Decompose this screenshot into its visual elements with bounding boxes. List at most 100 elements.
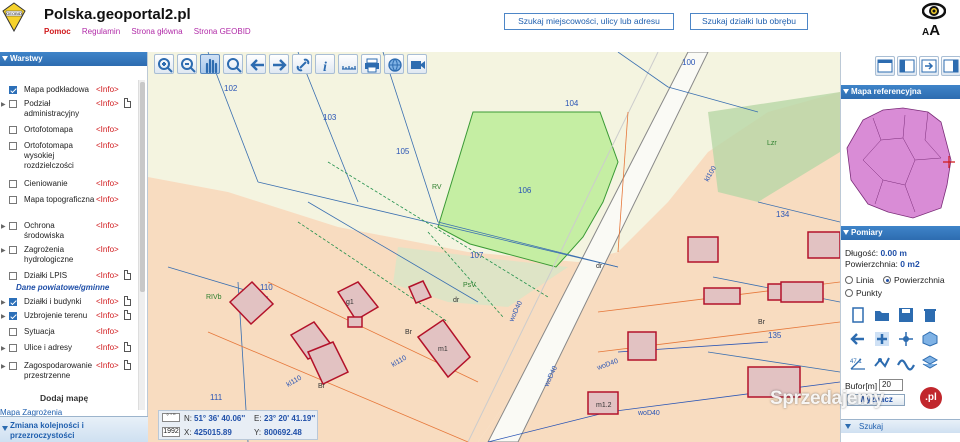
layer-info-link[interactable]: <Info> [96, 361, 119, 370]
expand-icon[interactable]: ▶ [1, 313, 6, 320]
layout-split-icon[interactable] [897, 56, 917, 76]
layer-info-link[interactable]: <Info> [96, 179, 119, 188]
layer-checkbox[interactable] [9, 126, 17, 134]
layer-info-link[interactable]: <Info> [96, 99, 119, 108]
layer-checkbox[interactable] [9, 142, 17, 150]
radio-area-button[interactable] [883, 276, 891, 284]
expand-icon[interactable]: ▶ [1, 101, 6, 108]
order-panel-header[interactable]: Zmiana kolejności i przezroczystości [0, 416, 148, 442]
layer-info-link[interactable]: <Info> [96, 297, 119, 306]
layers-scrollbar[interactable] [138, 80, 145, 410]
back-arrow-icon[interactable] [246, 54, 266, 74]
layer-info-link[interactable]: <Info> [96, 195, 119, 204]
layer-checkbox[interactable] [9, 272, 17, 280]
radio-line-button[interactable] [845, 276, 853, 284]
move-vertex-icon[interactable] [897, 330, 915, 348]
expand-icon[interactable]: ▶ [1, 345, 6, 352]
layer-checkbox[interactable] [9, 312, 17, 320]
layer-info-link[interactable]: <Info> [96, 245, 119, 254]
layer-checkbox[interactable] [9, 362, 17, 370]
document-icon[interactable] [849, 306, 867, 324]
layers-panel-header[interactable]: Warstwy [0, 52, 147, 66]
radio-points-button[interactable] [845, 289, 853, 297]
layer-info-link[interactable]: <Info> [96, 141, 119, 150]
legend-doc-icon[interactable] [124, 98, 131, 108]
layer-info-link[interactable]: <Info> [96, 85, 119, 94]
help-link[interactable]: Pomoc [44, 27, 71, 36]
layer-checkbox[interactable] [9, 344, 17, 352]
video-camera-icon[interactable] [407, 54, 427, 74]
search-parcel-button[interactable]: Szukaj działki lub obrębu [690, 13, 808, 30]
zoom-out-icon[interactable] [177, 54, 197, 74]
building[interactable] [780, 281, 824, 303]
legend-doc-icon[interactable] [124, 310, 131, 320]
zoom-box-icon[interactable] [223, 54, 243, 74]
reference-map[interactable] [843, 100, 957, 224]
layer-checkbox[interactable] [9, 100, 17, 108]
trash-icon[interactable] [921, 306, 939, 324]
geobid-logo[interactable]: GEOBID [2, 2, 26, 32]
zoom-in-icon[interactable] [154, 54, 174, 74]
geobid-link[interactable]: Strona GEOBID [194, 27, 251, 36]
legend-doc-icon[interactable] [124, 296, 131, 306]
forward-arrow-icon[interactable] [269, 54, 289, 74]
layer-checkbox[interactable] [9, 86, 17, 94]
arrow-left-icon[interactable] [849, 330, 867, 348]
scale-ruler-icon[interactable] [338, 54, 358, 74]
globe-icon[interactable] [384, 54, 404, 74]
coord-format-button[interactable]: ° ' '' [162, 413, 180, 422]
layer-checkbox[interactable] [9, 246, 17, 254]
search-panel-header[interactable]: Szukaj [841, 419, 960, 433]
layout-full-icon[interactable] [875, 56, 895, 76]
angle-icon[interactable]: 47.1 [849, 354, 867, 372]
radio-area[interactable]: Powierzchnia [883, 275, 945, 285]
add-vertex-icon[interactable] [873, 330, 891, 348]
layer-info-link[interactable]: <Info> [96, 221, 119, 230]
polyline-icon[interactable] [873, 354, 891, 372]
print-icon[interactable] [361, 54, 381, 74]
layer-info-link[interactable]: <Info> [96, 343, 119, 352]
layer-checkbox[interactable] [9, 196, 17, 204]
search-place-button[interactable]: Szukaj miejscowości, ulicy lub adresu [504, 13, 674, 30]
box-3d-icon[interactable] [921, 330, 939, 348]
layer-info-link[interactable]: <Info> [96, 125, 119, 134]
coord-system-button[interactable]: 1992 [162, 427, 180, 437]
legend-doc-icon[interactable] [124, 342, 131, 352]
building[interactable] [627, 331, 657, 361]
regulations-link[interactable]: Regulamin [82, 27, 120, 36]
map-svg[interactable]: 102 103 104 105 106 107 100 110 111 134 … [148, 52, 840, 442]
layers-stack-icon[interactable] [921, 354, 939, 372]
legend-doc-icon[interactable] [124, 270, 131, 280]
measure-panel-header[interactable]: Pomiary [841, 226, 960, 240]
wave-icon[interactable] [897, 354, 915, 372]
home-link[interactable]: Strona główna [131, 27, 182, 36]
refmap-panel-header[interactable]: Mapa referencyjna [841, 85, 960, 99]
layer-info-link[interactable]: <Info> [96, 311, 119, 320]
layer-checkbox[interactable] [9, 180, 17, 188]
font-size-icon[interactable]: AA [922, 22, 940, 39]
legend-doc-icon[interactable] [124, 360, 131, 370]
building[interactable] [347, 316, 363, 328]
layer-info-link[interactable]: <Info> [96, 271, 119, 280]
building[interactable] [807, 231, 840, 259]
building[interactable] [703, 287, 741, 305]
scrollbar-thumb[interactable] [140, 82, 145, 292]
collapse-panel-icon[interactable] [941, 56, 960, 76]
info-icon[interactable]: i [315, 54, 335, 74]
expand-icon[interactable]: ▶ [1, 223, 6, 230]
pan-hand-icon[interactable] [200, 54, 220, 74]
building[interactable] [687, 236, 719, 263]
link-icon[interactable] [292, 54, 312, 74]
radio-line[interactable]: Linia [845, 275, 874, 285]
map-canvas[interactable]: 102 103 104 105 106 107 100 110 111 134 … [148, 52, 840, 442]
expand-icon[interactable]: ▶ [1, 299, 6, 306]
expand-icon[interactable]: ▶ [1, 247, 6, 254]
eye-icon[interactable] [922, 2, 946, 20]
layer-checkbox[interactable] [9, 298, 17, 306]
layer-checkbox[interactable] [9, 222, 17, 230]
expand-icon[interactable]: ▶ [1, 363, 6, 370]
radio-points[interactable]: Punkty [845, 288, 882, 298]
save-icon[interactable] [897, 306, 915, 324]
layer-info-link[interactable]: <Info> [96, 327, 119, 336]
layer-checkbox[interactable] [9, 328, 17, 336]
